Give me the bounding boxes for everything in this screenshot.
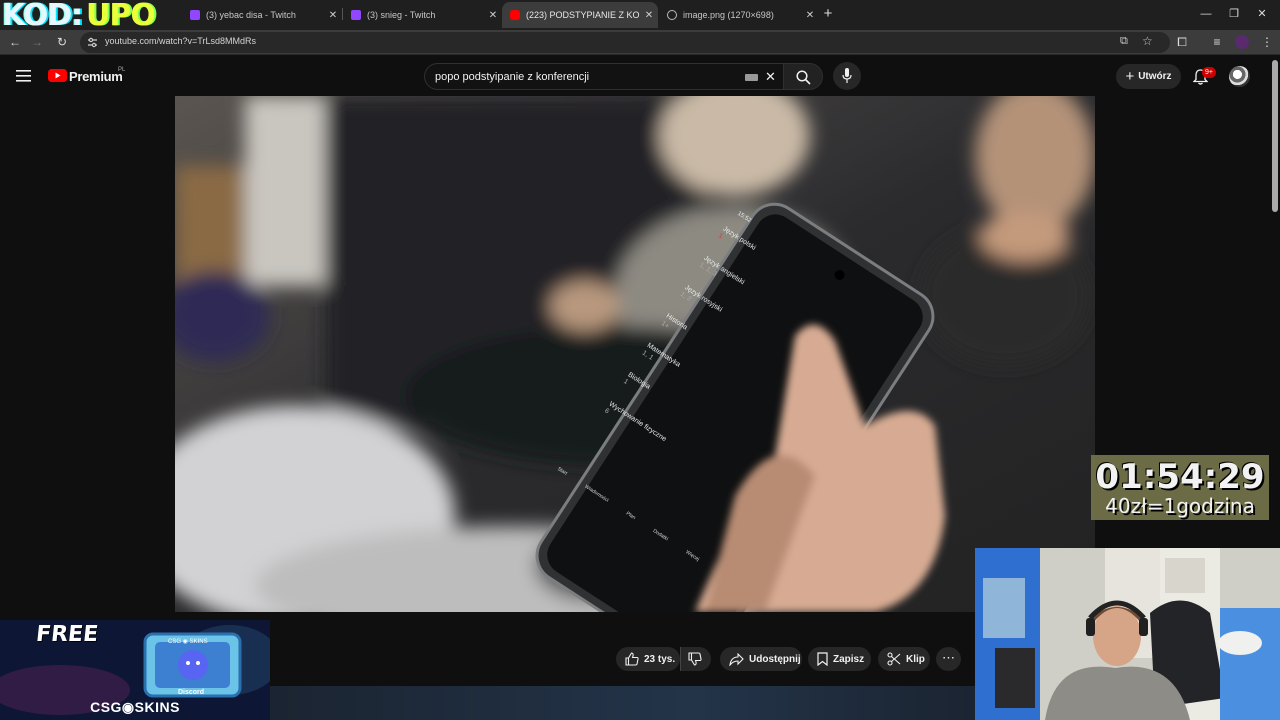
ad-case-label: Discord: [178, 689, 205, 696]
address-bar[interactable]: youtube.com/watch?v=TrLsd8MMdRs ⧉ ☆: [80, 32, 1170, 53]
tab-twitch-snieg[interactable]: (3) snieg - Twitch ✕: [343, 2, 502, 28]
phone-nav-item: Więcej: [684, 549, 701, 563]
tab-close-icon[interactable]: ✕: [324, 10, 342, 21]
stream-logo-text-1: KOD:: [2, 0, 83, 32]
reading-list-icon[interactable]: ≡: [1208, 33, 1226, 51]
restore-button[interactable]: ❐: [1224, 6, 1244, 22]
ad-case-top: CSG ◉ SKINS: [168, 639, 208, 645]
reload-icon[interactable]: ↻: [53, 33, 71, 51]
twitch-favicon-icon: [190, 10, 200, 20]
browser-menu-icon[interactable]: ⋮: [1258, 33, 1276, 51]
ad-brand-name: CSG◉SKINS: [90, 699, 180, 715]
tab-title: (3) snieg - Twitch: [367, 10, 436, 20]
search-icon: [796, 70, 811, 85]
clip-label: Klip: [906, 653, 925, 665]
phone-nav-item: Dodatki: [651, 528, 670, 543]
clear-search-icon[interactable]: ✕: [765, 69, 776, 85]
sponsor-ad-overlay: FREE CSG ◉ SKINS Discord CSG◉SKINS: [0, 620, 270, 720]
profile-avatar[interactable]: [1235, 35, 1249, 49]
minimize-button[interactable]: —: [1196, 6, 1216, 22]
account-avatar[interactable]: [1229, 66, 1250, 87]
plus-icon: +: [1125, 68, 1135, 85]
tab-twitch-yebac[interactable]: (3) yebac disa - Twitch ✕: [182, 2, 342, 28]
search-query: popo podstyipanie z konferencji: [435, 71, 590, 83]
close-window-button[interactable]: ✕: [1252, 6, 1272, 22]
timer-value: 01:54:29: [1095, 457, 1265, 497]
webcam-feed: [975, 548, 1280, 720]
keyboard-icon[interactable]: [745, 74, 758, 81]
browser-tab-bar: KOD: UPO (3) yebac disa - Twitch ✕ (3) s…: [0, 0, 1280, 32]
scissors-icon: [887, 652, 901, 666]
youtube-premium-label[interactable]: Premium: [69, 69, 123, 84]
video-player[interactable]: 15:52 Język polski 1 Język angielski 1, 1,…: [175, 96, 1095, 612]
phone-nav-item: Wiadomości: [583, 483, 610, 504]
create-label: Utwórz: [1138, 71, 1172, 82]
globe-favicon-icon: [667, 10, 677, 20]
ad-free-badge: FREE: [34, 622, 100, 647]
share-label: Udostępnij: [749, 653, 801, 665]
save-label: Zapisz: [833, 653, 865, 665]
install-app-icon[interactable]: ⧉: [1120, 35, 1128, 48]
new-tab-button[interactable]: +: [818, 6, 838, 22]
stream-logo-text-2: UPO: [86, 0, 156, 32]
create-button[interactable]: + Utwórz: [1116, 64, 1181, 89]
twitch-favicon-icon: [351, 10, 361, 20]
tab-youtube-active[interactable]: (223) PODSTYPIANIE Z KONFEREN ✕: [502, 2, 658, 28]
clip-button[interactable]: Klip: [878, 647, 930, 671]
description-preview-strip: [270, 686, 975, 720]
like-count: 23 tys.: [644, 653, 676, 665]
share-arrow-icon: [729, 652, 744, 666]
tab-close-icon[interactable]: ✕: [640, 10, 658, 21]
microphone-icon: [842, 68, 852, 83]
tab-close-icon[interactable]: ✕: [484, 10, 502, 21]
back-arrow-icon[interactable]: ←: [6, 33, 24, 51]
scrollbar-thumb[interactable]: [1272, 60, 1278, 212]
streamer-webcam: [975, 548, 1280, 720]
url-text: youtube.com/watch?v=TrLsd8MMdRs: [105, 36, 256, 46]
donation-rate: 40zł=1godzina: [1105, 494, 1255, 518]
forward-arrow-icon[interactable]: →: [28, 33, 46, 51]
bookmark-icon: [817, 652, 828, 666]
thumbs-down-icon: [688, 652, 702, 666]
phone-nav-item: Plan: [624, 510, 637, 522]
tab-image-png[interactable]: image.png (1270×698) ✕: [659, 2, 819, 28]
tab-title: (3) yebac disa - Twitch: [206, 10, 296, 20]
browser-toolbar: ← → ↻ youtube.com/watch?v=TrLsd8MMdRs ⧉ …: [0, 30, 1280, 55]
region-code: PL: [118, 67, 126, 73]
more-icon: ⋯: [942, 650, 955, 665]
tab-title: (223) PODSTYPIANIE Z KONFEREN: [526, 10, 640, 20]
youtube-header: Premium PL popo podstyipanie z konferenc…: [0, 56, 1280, 96]
phone-nav-item: Start: [556, 465, 569, 477]
phone-status-time: 15:52: [736, 210, 752, 225]
notification-badge: 9+: [1202, 67, 1216, 78]
subathon-timer: 01:54:29 40zł=1godzina: [1091, 455, 1269, 520]
dislike-button[interactable]: [680, 647, 711, 671]
youtube-logo-icon[interactable]: [48, 69, 67, 82]
hamburger-menu-icon[interactable]: [16, 70, 31, 82]
tab-title: image.png (1270×698): [683, 10, 774, 20]
stream-logo-overlay: KOD: UPO: [0, 0, 160, 32]
bookmark-star-icon[interactable]: ☆: [1142, 34, 1153, 48]
share-button[interactable]: Udostępnij: [720, 647, 802, 671]
more-actions-button[interactable]: ⋯: [936, 647, 961, 671]
site-info-icon[interactable]: [87, 37, 98, 48]
search-input[interactable]: popo podstyipanie z konferencji ✕: [424, 63, 784, 90]
voice-search-button[interactable]: [833, 62, 861, 90]
extensions-icon[interactable]: ⧠: [1173, 33, 1191, 51]
tab-close-icon[interactable]: ✕: [801, 10, 819, 21]
save-button[interactable]: Zapisz: [808, 647, 871, 671]
youtube-favicon-icon: [510, 10, 520, 20]
search-button[interactable]: [783, 63, 823, 90]
like-button[interactable]: 23 tys.: [616, 647, 680, 671]
thumbs-up-icon: [625, 652, 639, 666]
